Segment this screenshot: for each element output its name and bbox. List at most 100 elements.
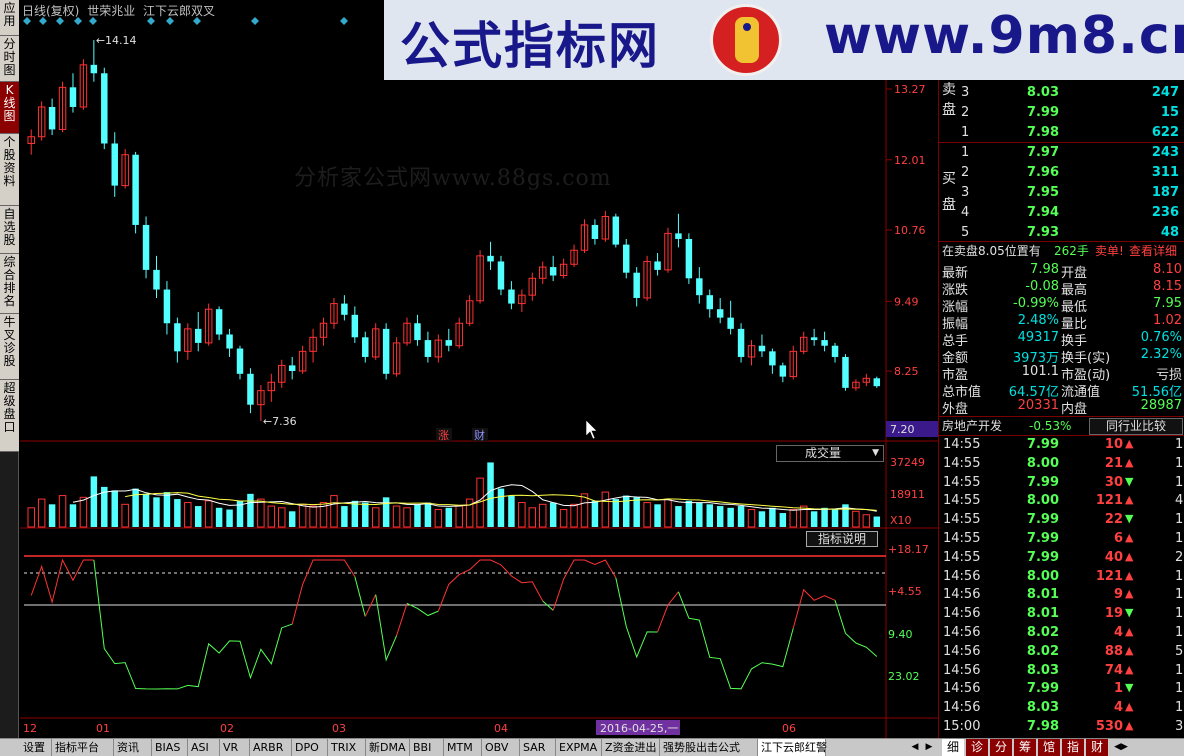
bottom-tab-16[interactable]: 强势股出击公式 (660, 739, 758, 756)
alert-text: 在卖盘8.05位置有 (942, 244, 1041, 258)
ad-banner[interactable]: 公式指标网 www.9m8.cn (384, 0, 1184, 80)
tick-count: 1 (1175, 531, 1184, 546)
strength-line (437, 559, 544, 612)
bottom-tab-7[interactable]: DPO (292, 739, 328, 756)
right-tab-0[interactable]: 细 (942, 739, 965, 756)
sidebar-tab-5[interactable]: 综合排名 (0, 254, 19, 314)
sell-row[interactable]: 2 7.99 15 (939, 105, 1184, 125)
alert-detail-link[interactable]: 查看详细 (1129, 242, 1177, 260)
right-tab-2[interactable]: 分 (990, 739, 1013, 756)
tick-volume: 6 (1113, 531, 1123, 546)
right-tab-1[interactable]: 诊 (966, 739, 989, 756)
quote-value: 20331 (1017, 398, 1059, 413)
buy-row[interactable]: 3 7.95 187 (939, 185, 1184, 205)
bottom-tab-3[interactable]: BIAS (152, 739, 188, 756)
bottom-tab-10[interactable]: BBI (410, 739, 444, 756)
bottom-tab-13[interactable]: SAR (520, 739, 556, 756)
volume-bar (518, 502, 526, 528)
volume-bar (90, 476, 98, 527)
tick-price: 8.02 (1026, 643, 1059, 659)
volume-bar (278, 507, 286, 528)
tab-scroll-left-icon[interactable]: ◀ (908, 739, 922, 756)
tick-row: 14:56 8.02 88 ▲ 5 (939, 644, 1184, 663)
arrow-down-icon: ▼ (1125, 512, 1134, 526)
volume-bar (758, 511, 766, 527)
sell-row[interactable]: 3 8.03 247 (939, 85, 1184, 105)
volume-bar (414, 504, 421, 527)
bottom-tab-4[interactable]: ASI (188, 739, 220, 756)
strength-line (677, 591, 794, 690)
sidebar-tab-2[interactable]: K线图 (0, 82, 19, 134)
candle-body (685, 238, 693, 279)
price: 7.93 (1026, 225, 1059, 240)
time-axis-label: 02 (220, 722, 234, 735)
price-label: 12.01 (894, 154, 926, 167)
volume-bar (612, 499, 620, 527)
buy-row[interactable]: 1 7.97 243 (939, 145, 1184, 165)
quote-value: 101.1 (1021, 364, 1059, 379)
quote-row: 总市值 64.57亿 流通值 51.56亿 (939, 381, 1184, 400)
tick-time: 14:56 (943, 606, 981, 622)
bottom-tab-2[interactable]: 资讯 (114, 739, 152, 756)
sector-line: 房地产开发 -0.53% 同行业比较 (939, 416, 1184, 436)
tick-row: 14:55 7.99 6 ▲ 1 (939, 531, 1184, 550)
tab-scroll-right-icon[interactable]: ▶ (922, 739, 936, 756)
bottom-tab-14[interactable]: EXPMA (556, 739, 602, 756)
candle-body (247, 373, 254, 405)
strength-line (291, 559, 356, 625)
volume-bar (204, 500, 213, 528)
bottom-tab-8[interactable]: TRIX (328, 739, 366, 756)
bottom-tab-12[interactable]: OBV (482, 739, 520, 756)
tick-price: 7.99 (1026, 531, 1059, 546)
sidebar-tab-7[interactable]: 超级盘口 (0, 380, 19, 452)
right-tab-scroll-icon[interactable]: ◀▶ (1112, 739, 1130, 756)
mavol5-line (72, 484, 877, 512)
volume-bar (351, 500, 359, 527)
right-tab-5[interactable]: 指 (1062, 739, 1085, 756)
bottom-tab-1[interactable]: 指标平台 (52, 739, 114, 756)
bottom-tab-0[interactable]: 设置 (20, 739, 52, 756)
tick-time: 14:56 (943, 681, 981, 697)
buy-row[interactable]: 2 7.96 311 (939, 165, 1184, 185)
level: 1 (961, 145, 970, 160)
tick-row: 15:00 7.98 530▲ 30 (939, 719, 1184, 738)
bottom-tab-15[interactable]: Z资金进出 (602, 739, 660, 756)
sidebar-tab-0[interactable]: 应用 (0, 0, 19, 36)
sector-name[interactable]: 房地产开发 (942, 417, 1002, 436)
quote-value: -0.99% (1013, 296, 1059, 311)
bottom-tab-6[interactable]: ARBR (250, 739, 292, 756)
volume-indicator-select[interactable]: 成交量 ▼ (776, 445, 884, 462)
candle-body (696, 278, 703, 296)
arrow-down-icon: ▼ (1125, 606, 1134, 620)
current-price-label: 7.20 (890, 423, 915, 436)
buy-row[interactable]: 4 7.94 236 (939, 205, 1184, 225)
indicator-help-button[interactable]: 指标说明 (806, 531, 878, 547)
stock-name[interactable]: 世荣兆业 (87, 4, 135, 18)
quote-label: 外盘 (942, 402, 969, 417)
tick-price: 7.99 (1026, 437, 1059, 452)
sidebar-tab-4[interactable]: 自选股 (0, 206, 19, 254)
bottom-tab-9[interactable]: 新DMA (366, 739, 410, 756)
right-tab-3[interactable]: 筹 (1014, 739, 1037, 756)
right-tab-6[interactable]: 财 (1086, 739, 1109, 756)
tick-price: 7.99 (1026, 549, 1059, 565)
bottom-tab-5[interactable]: VR (220, 739, 250, 756)
candle-body (414, 323, 421, 341)
bottom-tab-11[interactable]: MTM (444, 739, 482, 756)
sidebar-tab-3[interactable]: 个股资料 (0, 134, 19, 206)
industry-compare-button[interactable]: 同行业比较 (1089, 418, 1183, 435)
bottom-tab-17[interactable]: 江下云郎红警 (758, 739, 827, 756)
volume-bar (643, 502, 651, 528)
low-annotation: ←7.36 (263, 415, 297, 428)
volume-axis-label: 37249 (890, 456, 925, 469)
quote-row: 涨跌 -0.08 最高 8.15 (939, 279, 1184, 298)
indicator-axis-label: +4.55 (888, 585, 922, 598)
sidebar-tab-1[interactable]: 分时图 (0, 36, 19, 82)
arrow-up-icon: ▲ (1125, 568, 1134, 582)
chart-area[interactable]: 13.27 12.01 10.76 9.49 8.25 7.20 ←14.14 ←7.36 涨 财… (20, 0, 940, 738)
right-tab-4[interactable]: 馆 (1038, 739, 1061, 756)
kline-chart[interactable]: 13.27 12.01 10.76 9.49 8.25 7.20 ←14.14 ←7.36 涨 财… (20, 0, 940, 738)
candle-body (487, 255, 494, 262)
tick-price: 8.00 (1026, 568, 1059, 584)
sidebar-tab-6[interactable]: 牛叉诊股 (0, 314, 19, 380)
